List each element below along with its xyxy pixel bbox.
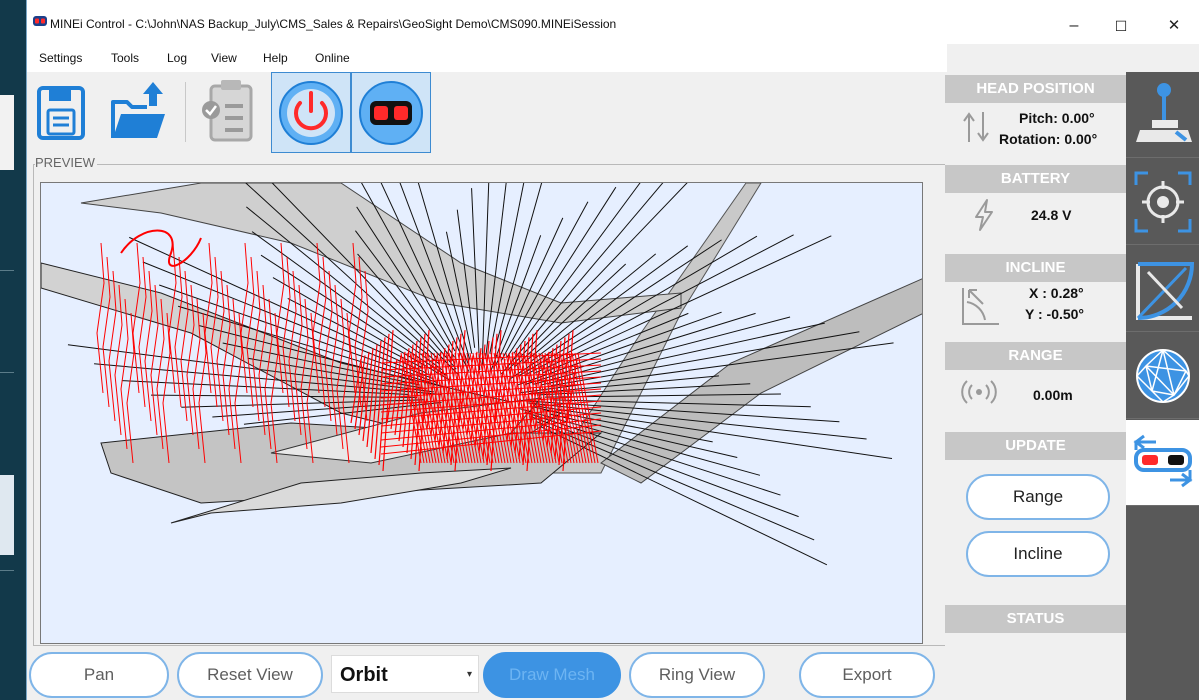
mesh-sphere-icon bbox=[1136, 348, 1190, 403]
background-window-edge bbox=[0, 372, 14, 373]
reset-view-button[interactable]: Reset View bbox=[177, 652, 323, 698]
title-bar[interactable]: MINEi Control - C:\John\NAS Backup_July\… bbox=[27, 0, 1199, 44]
open-button[interactable] bbox=[107, 72, 173, 152]
tab-target-scan[interactable] bbox=[1126, 159, 1199, 245]
battery-header: BATTERY bbox=[945, 165, 1126, 193]
menu-log[interactable]: Log bbox=[167, 51, 187, 65]
maximize-button[interactable]: ☐ bbox=[1098, 8, 1144, 44]
open-folder-icon bbox=[111, 82, 165, 138]
range-signal-icon bbox=[961, 380, 997, 404]
app-logo-icon bbox=[33, 16, 47, 26]
range-header: RANGE bbox=[945, 342, 1126, 370]
background-window-fragment bbox=[0, 95, 14, 170]
mesh-ring-slice bbox=[240, 242, 249, 394]
close-button[interactable]: ✕ bbox=[1151, 8, 1197, 44]
menu-view[interactable]: View bbox=[211, 51, 237, 65]
menu-online[interactable]: Online bbox=[315, 51, 350, 65]
goggles-view-icon bbox=[1133, 434, 1193, 488]
menu-tools[interactable]: Tools bbox=[111, 51, 139, 65]
update-incline-button[interactable]: Incline bbox=[966, 531, 1110, 577]
side-tab-strip bbox=[1126, 72, 1199, 700]
app-window: MINEi Control - C:\John\NAS Backup_July\… bbox=[26, 0, 1199, 700]
camera-mode-value: Orbit bbox=[340, 664, 388, 686]
update-header: UPDATE bbox=[945, 432, 1126, 460]
head-position-header: HEAD POSITION bbox=[945, 75, 1126, 103]
tab-mesh-sphere[interactable] bbox=[1126, 333, 1199, 419]
angle-measure-icon bbox=[1136, 262, 1195, 320]
status-header: STATUS bbox=[945, 605, 1126, 633]
checklist-button[interactable] bbox=[197, 72, 267, 152]
draw-mesh-button[interactable]: Draw Mesh bbox=[483, 652, 621, 698]
save-button[interactable] bbox=[33, 72, 93, 152]
power-icon bbox=[279, 81, 343, 145]
toolbar bbox=[27, 72, 947, 156]
incline-angle-icon bbox=[962, 288, 999, 325]
save-disk-icon bbox=[37, 86, 85, 140]
incline-x-value: X : 0.28° bbox=[1029, 285, 1084, 301]
menu-help[interactable]: Help bbox=[263, 51, 288, 65]
window-title: MINEi Control - C:\John\NAS Backup_July\… bbox=[50, 17, 617, 31]
minimize-button[interactable]: – bbox=[1051, 8, 1097, 44]
camera-mode-dropdown[interactable]: Orbit ▾ bbox=[331, 655, 479, 693]
toolbar-separator bbox=[185, 82, 186, 142]
battery-voltage: 24.8 V bbox=[1031, 207, 1072, 223]
target-scan-icon bbox=[1134, 171, 1192, 233]
range-value: 0.00m bbox=[1033, 387, 1073, 403]
pitch-value: Pitch: 0.00° bbox=[1019, 110, 1095, 126]
power-toggle-button[interactable] bbox=[271, 72, 351, 153]
preview-label: PREVIEW bbox=[35, 155, 97, 170]
ring-view-button[interactable]: Ring View bbox=[629, 652, 765, 698]
menu-settings[interactable]: Settings bbox=[39, 51, 82, 65]
background-window-edge bbox=[0, 270, 14, 271]
tab-angle-measure[interactable] bbox=[1126, 246, 1199, 332]
background-window-edge bbox=[0, 570, 14, 571]
goggles-toggle-button[interactable] bbox=[351, 72, 431, 153]
mesh-ring-slice bbox=[132, 242, 141, 394]
lightning-bolt-icon bbox=[975, 199, 993, 231]
mesh-ring-slice bbox=[96, 242, 105, 394]
tab-goggles-view[interactable] bbox=[1126, 420, 1199, 506]
3d-preview-viewport[interactable] bbox=[40, 182, 923, 644]
desktop-background-strip bbox=[0, 0, 26, 700]
status-panel: HEAD POSITION Pitch: 0.00° Rotation: 0.0… bbox=[945, 72, 1126, 700]
export-button[interactable]: Export bbox=[799, 652, 935, 698]
background-window-fragment bbox=[0, 475, 14, 555]
checklist-icon bbox=[202, 80, 253, 142]
update-range-button[interactable]: Range bbox=[966, 474, 1110, 520]
goggles-icon bbox=[359, 81, 423, 145]
menu-bar: Settings Tools Log View Help Online bbox=[27, 44, 947, 72]
tab-joystick-control[interactable] bbox=[1126, 72, 1199, 158]
chevron-down-icon: ▾ bbox=[466, 669, 472, 680]
joystick-control-icon bbox=[1136, 83, 1192, 142]
point-cloud-mesh bbox=[41, 183, 922, 566]
pan-button[interactable]: Pan bbox=[29, 652, 169, 698]
mesh-ring-slice bbox=[120, 229, 202, 267]
head-position-arrows-icon bbox=[963, 112, 989, 142]
rotation-value: Rotation: 0.00° bbox=[999, 131, 1098, 147]
incline-header: INCLINE bbox=[945, 254, 1126, 282]
incline-y-value: Y : -0.50° bbox=[1025, 306, 1085, 322]
